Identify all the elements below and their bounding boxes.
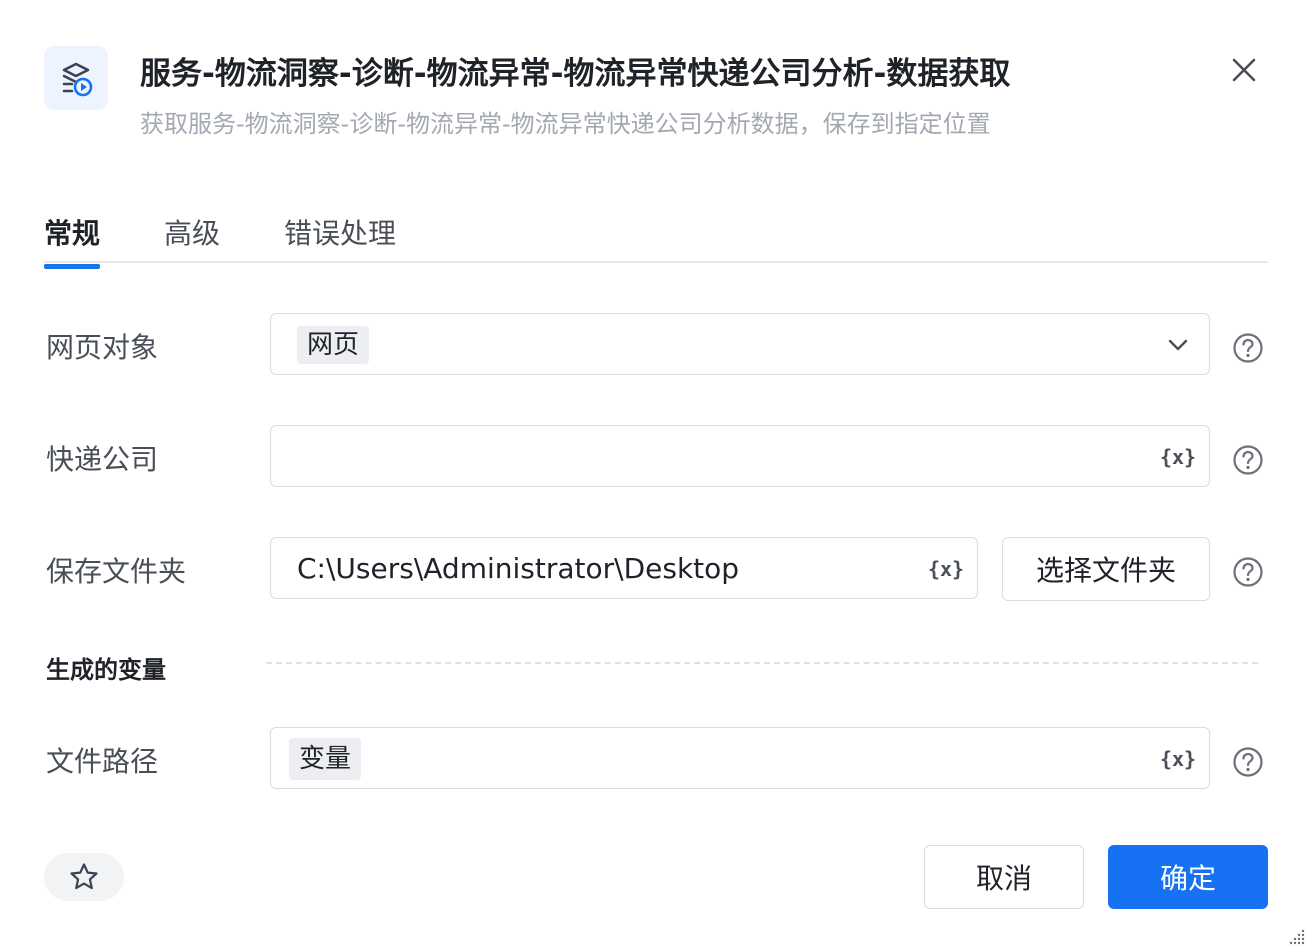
courier-company-input[interactable]: {x} (270, 425, 1210, 487)
app-icon (44, 46, 108, 110)
dialog: 服务-物流洞察-诊断-物流异常-物流异常快递公司分析-数据获取 获取服务-物流洞… (0, 0, 1308, 950)
courier-company-help-icon[interactable] (1232, 444, 1264, 476)
tab-advanced[interactable]: 高级 (164, 212, 220, 252)
section-divider (266, 662, 1258, 664)
save-folder-input[interactable]: C:\Users\Administrator\Desktop {x} (270, 537, 978, 599)
confirm-button[interactable]: 确定 (1108, 845, 1268, 909)
active-tab-indicator (44, 264, 100, 269)
courier-company-label: 快递公司 (46, 443, 159, 476)
tab-bar: 常规 高级 错误处理 (44, 200, 1268, 269)
resize-grip-icon[interactable] (1288, 928, 1306, 946)
variable-insert-icon[interactable]: {x} (1160, 744, 1196, 774)
close-icon (1232, 58, 1256, 82)
generated-variables-heading: 生成的变量 (46, 656, 166, 684)
chevron-down-icon (1168, 339, 1188, 351)
file-path-help-icon[interactable] (1232, 746, 1264, 778)
save-folder-label: 保存文件夹 (46, 555, 187, 588)
cancel-button[interactable]: 取消 (924, 845, 1084, 909)
dialog-title: 服务-物流洞察-诊断-物流异常-物流异常快递公司分析-数据获取 (140, 56, 1011, 92)
file-path-input[interactable]: 变量 {x} (270, 727, 1210, 789)
star-icon (70, 863, 98, 890)
favorite-button[interactable] (44, 853, 124, 901)
web-object-tag: 网页 (297, 326, 370, 364)
tab-general[interactable]: 常规 (44, 212, 101, 269)
file-path-variable-tag: 变量 (289, 738, 362, 780)
close-button[interactable] (1226, 52, 1262, 88)
save-folder-value: C:\Users\Administrator\Desktop (297, 552, 740, 585)
select-folder-button[interactable]: 选择文件夹 (1002, 537, 1210, 601)
save-folder-help-icon[interactable] (1232, 556, 1264, 588)
variable-insert-icon[interactable]: {x} (928, 554, 964, 584)
tab-general-label: 常规 (44, 217, 101, 250)
web-object-help-icon[interactable] (1232, 332, 1264, 364)
tab-advanced-label: 高级 (164, 217, 221, 250)
tab-error-handling-label: 错误处理 (284, 217, 397, 250)
tab-error-handling[interactable]: 错误处理 (284, 212, 396, 252)
web-object-select[interactable]: 网页 (270, 313, 1210, 375)
dialog-subtitle: 获取服务-物流洞察-诊断-物流异常-物流异常快递公司分析数据，保存到指定位置 (140, 110, 991, 138)
file-path-label: 文件路径 (46, 745, 159, 778)
variable-insert-icon[interactable]: {x} (1160, 442, 1196, 472)
web-object-label: 网页对象 (46, 331, 159, 364)
